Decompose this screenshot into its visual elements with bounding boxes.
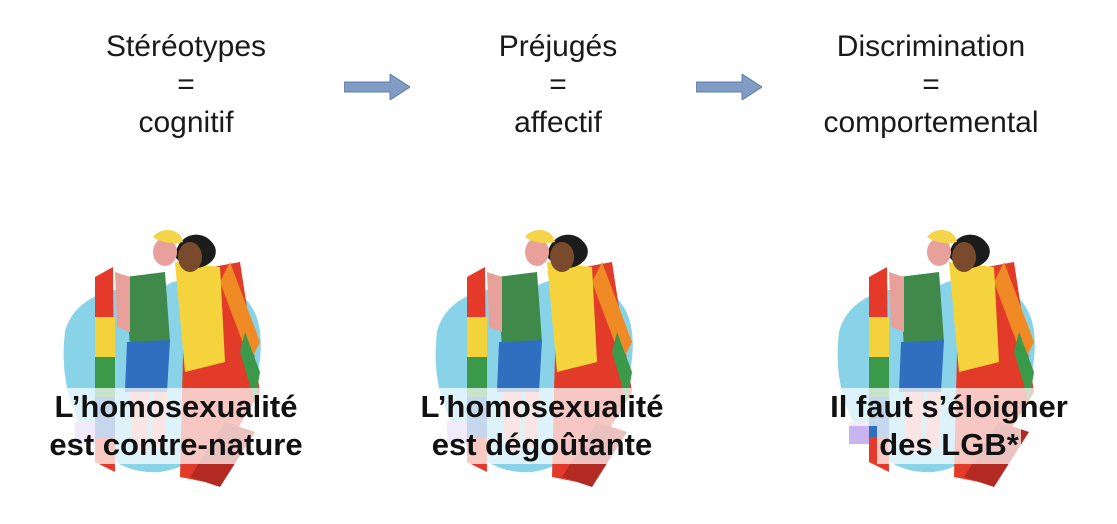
- caption-line: L’homosexualité: [52, 388, 300, 426]
- column-caption: L’homosexualité est contre-nature: [0, 388, 362, 464]
- prejudices-column: Préjugés = affectif L’homosexualité est …: [372, 0, 744, 524]
- caption-line: est dégoûtante: [429, 426, 655, 464]
- caption-line: des LGB*: [877, 426, 1021, 464]
- heading-equals: =: [922, 68, 940, 101]
- heading-component: affectif: [514, 106, 602, 139]
- column-caption: L’homosexualité est dégoûtante: [356, 388, 728, 464]
- discrimination-column: Discrimination = comportemental Il faut …: [745, 0, 1117, 524]
- heading-term: Discrimination: [836, 30, 1026, 63]
- heading-component: cognitif: [138, 106, 234, 139]
- heading-component: comportemental: [823, 106, 1039, 139]
- column-heading: Stéréotypes = cognitif: [0, 28, 372, 142]
- heading-equals: =: [177, 68, 195, 101]
- caption-line: est contre-nature: [47, 426, 305, 464]
- stereotypes-column: Stéréotypes = cognitif L’homosexualité e…: [0, 0, 372, 524]
- column-heading: Discrimination = comportemental: [745, 28, 1117, 142]
- column-caption: Il faut s’éloigner des LGB*: [763, 388, 1117, 464]
- column-heading: Préjugés = affectif: [372, 28, 744, 142]
- caption-line: Il faut s’éloigner: [828, 388, 1070, 426]
- heading-equals: =: [549, 68, 567, 101]
- heading-term: Préjugés: [498, 30, 618, 63]
- heading-term: Stéréotypes: [105, 30, 267, 63]
- caption-line: L’homosexualité: [418, 388, 666, 426]
